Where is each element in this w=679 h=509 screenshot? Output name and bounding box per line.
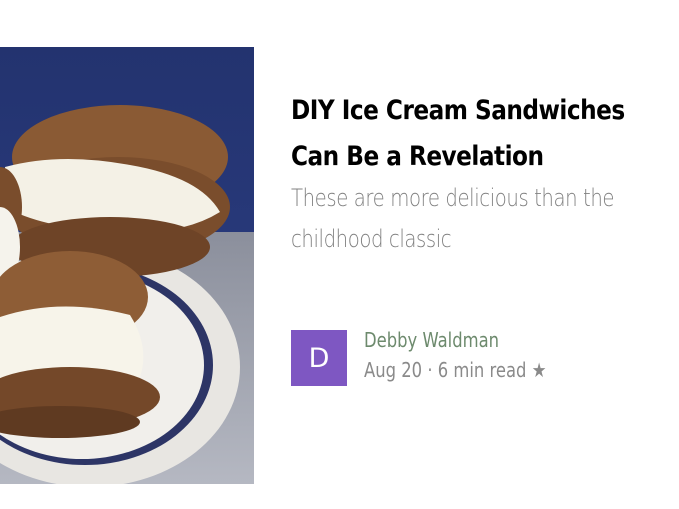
avatar-initial: D bbox=[308, 342, 330, 374]
author-name-link[interactable]: Debby Waldman bbox=[364, 327, 546, 353]
article-title[interactable]: DIY Ice Cream Sandwiches Can Be a Revela… bbox=[291, 88, 644, 180]
author-row: D Debby Waldman Aug 20 · 6 min read ★ bbox=[291, 327, 586, 386]
post-date: Aug 20 bbox=[364, 358, 423, 382]
author-meta: Debby Waldman Aug 20 · 6 min read ★ bbox=[364, 327, 586, 383]
meta-separator: · bbox=[427, 358, 433, 382]
article-subtitle[interactable]: These are more delicious than the childh… bbox=[291, 178, 635, 260]
star-icon: ★ bbox=[531, 358, 547, 382]
avatar[interactable]: D bbox=[291, 330, 347, 386]
ice-cream-sandwich-photo bbox=[0, 47, 254, 484]
read-time: 6 min read bbox=[437, 358, 527, 382]
post-meta: Aug 20 · 6 min read ★ bbox=[364, 357, 546, 383]
article-image[interactable] bbox=[0, 47, 254, 484]
article-text: DIY Ice Cream Sandwiches Can Be a Revela… bbox=[291, 88, 661, 260]
